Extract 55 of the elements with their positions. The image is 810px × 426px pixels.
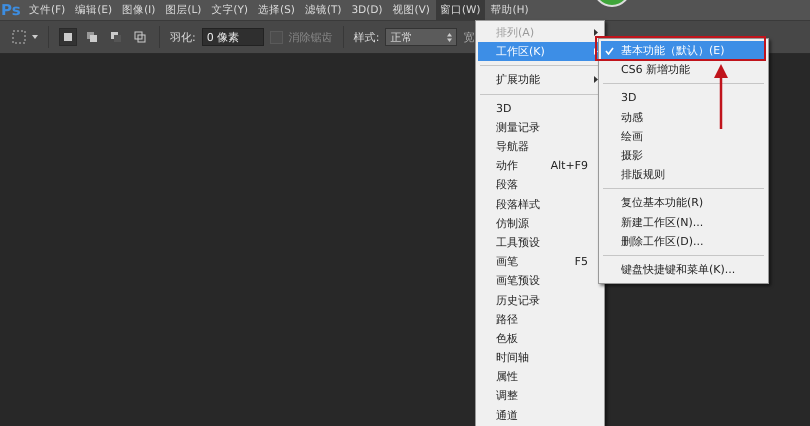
menu-item[interactable]: 动作 Alt+F9 <box>478 156 602 176</box>
menu-item[interactable]: 帮助(H) <box>486 0 533 20</box>
feather-label: 羽化: <box>170 30 196 44</box>
up-down-arrows-icon <box>447 32 452 42</box>
width-label: 宽 <box>463 30 474 44</box>
menu-item[interactable]: 段落 <box>478 175 602 194</box>
menu-item[interactable]: 属性 <box>478 367 602 386</box>
menu-item[interactable]: 时间轴 <box>478 348 602 368</box>
menu-item[interactable]: 段落样式 <box>478 194 602 214</box>
menu-item[interactable]: 新建工作区(N)... <box>601 212 766 232</box>
menu-item[interactable]: 3D <box>478 98 602 118</box>
menu-item[interactable]: 扩展功能 <box>478 70 602 90</box>
menu-item[interactable]: 排版规则 <box>601 165 766 184</box>
menu-item[interactable]: 选择(S) <box>254 0 299 20</box>
selection-mode-button[interactable] <box>59 28 77 46</box>
menu-item[interactable]: 仿制源 <box>478 214 602 233</box>
menu-item[interactable]: CS6 新增功能 <box>601 60 766 80</box>
antialias-label: 消除锯齿 <box>288 30 333 44</box>
menu-item[interactable]: 键盘快捷键和菜单(K)... <box>601 260 766 280</box>
style-label: 样式: <box>354 30 380 44</box>
menu-item[interactable]: 绘画 <box>601 126 766 146</box>
selection-mode-icon <box>62 31 74 43</box>
menu-item[interactable]: 窗口(W) <box>436 0 484 20</box>
menu-item[interactable]: 文字(Y) <box>207 0 252 20</box>
menu-item[interactable]: 导航器 <box>478 136 602 156</box>
menu-item[interactable]: 工具预设 <box>478 232 602 252</box>
selection-mode-icon <box>134 31 146 43</box>
menu-item[interactable]: 3D(D) <box>347 0 387 20</box>
menu-item[interactable]: 3D <box>601 88 766 108</box>
menu-item[interactable]: 画笔 F5 <box>478 252 602 272</box>
app-logo: Ps <box>0 1 22 19</box>
menu-item[interactable]: 图层(L) <box>161 0 206 20</box>
selection-mode-icon <box>86 31 98 43</box>
menu-item[interactable]: 复位基本功能(R) <box>601 193 766 212</box>
marquee-icon[interactable] <box>12 30 26 44</box>
caret-icon[interactable] <box>32 35 38 39</box>
menu-item[interactable]: 动感 <box>601 108 766 127</box>
menu-item[interactable]: 历史记录 <box>478 290 602 310</box>
menu-item[interactable]: 滤镜(T) <box>300 0 346 20</box>
menu-item[interactable]: 色板 <box>478 328 602 348</box>
feather-field[interactable]: 0 像素 <box>202 28 264 46</box>
menu-item[interactable]: 文件(F) <box>25 0 70 20</box>
menu-item[interactable]: 调整 <box>478 386 602 406</box>
menu-item[interactable]: 通道 <box>478 406 602 425</box>
menu-item[interactable]: 编辑(E) <box>71 0 116 20</box>
style-select[interactable]: 正常 <box>385 28 458 46</box>
menu-item[interactable]: 画笔预设 <box>478 271 602 290</box>
arrow-icon <box>714 64 728 130</box>
menu-item[interactable]: 测量记录 <box>478 118 602 137</box>
menu-item[interactable]: 视图(V) <box>388 0 434 20</box>
menu-item[interactable]: 路径 <box>478 310 602 329</box>
menu-item[interactable]: 摄影 <box>601 146 766 166</box>
menu-item[interactable]: 图像(I) <box>118 0 160 20</box>
selection-mode-icon <box>110 31 122 43</box>
menu-item[interactable]: 删除工作区(D)... <box>601 232 766 251</box>
